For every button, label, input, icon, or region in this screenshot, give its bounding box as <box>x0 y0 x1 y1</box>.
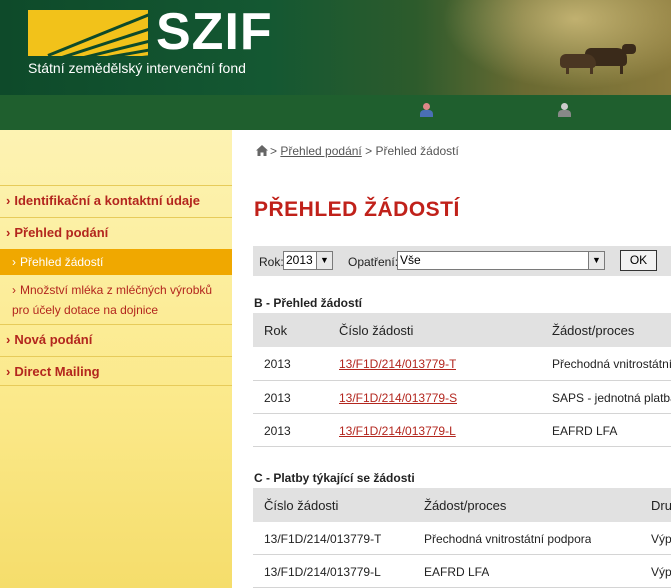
row-type: Výplata <box>651 532 671 546</box>
table-row: 2013 13/F1D/214/013779-T Přechodná vnitr… <box>253 347 671 381</box>
row-process: EAFRD LFA <box>552 424 618 438</box>
site-subtitle: Státní zemědělský intervenční fond <box>28 60 246 76</box>
ok-button[interactable]: OK <box>620 250 657 271</box>
chevron-right-icon: › <box>6 225 11 240</box>
breadcrumb-current: Přehled žádostí <box>375 144 459 158</box>
column-header-process: Žádost/proces <box>552 323 635 338</box>
payments-table: Číslo žádosti Žádost/proces Druh 13/F1D/… <box>253 488 671 588</box>
row-year: 2013 <box>264 391 291 405</box>
row-year: 2013 <box>264 424 291 438</box>
sidebar-item-identification[interactable]: › Identifikační a kontaktní údaje <box>0 185 232 215</box>
filter-bar: Rok: 2013 ▼ Opatření: Vše ▼ OK <box>253 246 671 276</box>
column-header-year: Rok <box>264 323 288 338</box>
row-process: Přechodná vnitrostátní podpora <box>424 532 592 546</box>
row-year: 2013 <box>264 357 291 371</box>
chevron-right-icon: › <box>6 193 11 208</box>
request-number-link[interactable]: 13/F1D/214/013779-L <box>339 424 456 438</box>
column-header-number: Číslo žádosti <box>264 498 339 513</box>
column-header-type: Druh <box>651 498 671 513</box>
sidebar-subitem-requests[interactable]: › Přehled žádostí <box>0 249 232 275</box>
table-row: 13/F1D/214/013779-L EAFRD LFA Výplata <box>253 555 671 588</box>
home-icon[interactable] <box>256 145 268 156</box>
table-row: 2013 13/F1D/214/013779-L EAFRD LFA <box>253 414 671 447</box>
chevron-down-icon[interactable]: ▼ <box>588 252 604 269</box>
logo-text[interactable]: SZIF <box>156 4 273 60</box>
chevron-right-icon: › <box>12 283 16 297</box>
section-b-title: B - Přehled žádostí <box>254 296 363 310</box>
row-type: Výplata <box>651 565 671 579</box>
table-header: Číslo žádosti Žádost/proces Druh <box>253 488 671 522</box>
section-c-title: C - Platby týkající se žádosti <box>254 471 415 485</box>
row-process: Přechodná vnitrostátní podpora <box>552 357 671 371</box>
user-icon[interactable] <box>418 103 434 119</box>
column-header-number: Číslo žádosti <box>339 323 414 338</box>
sidebar-item-new-submission[interactable]: › Nová podání <box>0 324 232 354</box>
chevron-right-icon: › <box>6 364 11 379</box>
table-header: Rok Číslo žádosti Žádost/proces <box>253 313 671 347</box>
year-label: Rok: <box>259 255 284 269</box>
chevron-right-icon: › <box>12 255 16 269</box>
measure-label: Opatření: <box>348 255 399 269</box>
request-number-link[interactable]: 13/F1D/214/013779-T <box>339 357 456 371</box>
breadcrumb-link-submissions[interactable]: Přehled podání <box>280 144 361 158</box>
table-row: 13/F1D/214/013779-T Přechodná vnitrostát… <box>253 522 671 555</box>
table-row: 2013 13/F1D/214/013779-S SAPS - jednotná… <box>253 381 671 414</box>
row-number: 13/F1D/214/013779-L <box>264 565 381 579</box>
row-process: SAPS - jednotná platba na plochu <box>552 391 671 405</box>
chevron-right-icon: › <box>6 332 11 347</box>
measure-select[interactable]: Vše ▼ <box>397 251 605 270</box>
top-nav-bar <box>0 95 671 130</box>
year-select[interactable]: 2013 ▼ <box>283 251 333 270</box>
sidebar-item-direct-mailing[interactable]: › Direct Mailing <box>0 356 232 386</box>
szif-logo-mark[interactable] <box>28 10 148 56</box>
requests-table: Rok Číslo žádosti Žádost/proces 2013 13/… <box>253 313 671 447</box>
sidebar-item-submissions[interactable]: › Přehled podání <box>0 217 232 247</box>
page-title: PŘEHLED ŽÁDOSTÍ <box>254 198 460 221</box>
sidebar: › Identifikační a kontaktní údaje › Přehle… <box>0 130 232 588</box>
column-header-process: Žádost/proces <box>424 498 507 513</box>
request-number-link[interactable]: 13/F1D/214/013779-S <box>339 391 457 405</box>
row-process: EAFRD LFA <box>424 565 490 579</box>
chevron-down-icon[interactable]: ▼ <box>316 252 332 269</box>
site-header: SZIF Státní zemědělský intervenční fond <box>0 0 671 95</box>
sidebar-subitem-milk[interactable]: › Množství mléka z mléčných výrobků pro ú… <box>0 280 228 320</box>
logout-icon[interactable] <box>556 103 572 119</box>
row-number: 13/F1D/214/013779-T <box>264 532 382 546</box>
breadcrumb: > Přehled podání > Přehled žádostí <box>256 144 459 158</box>
